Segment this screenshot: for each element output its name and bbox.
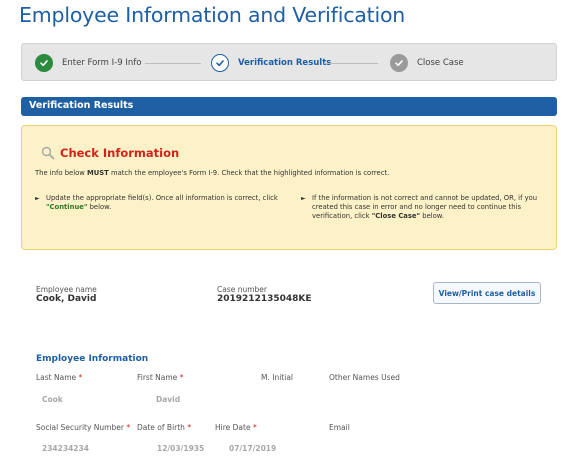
hire-date-value[interactable]: 07/17/2019 [229,444,276,453]
page-title: Employee Information and Verification [19,3,406,27]
ssn-label: Social Security Number * [36,423,131,432]
step-enter-form-i9: Enter Form I-9 Info [35,44,141,82]
first-name-label: First Name * [137,373,184,382]
case-number-label: Case number [217,285,268,294]
last-name-value[interactable]: Cook [42,395,63,404]
bullet-arrow-icon: ► [35,195,40,202]
section-title: Verification Results [29,100,134,111]
employee-information-title: Employee Information [36,354,149,364]
step-verification-results: Verification Results [211,44,331,82]
other-names-label: Other Names Used [329,373,400,382]
step-label: Enter Form I-9 Info [62,58,142,68]
check-icon [35,54,53,72]
check-icon [390,54,408,72]
hire-date-label: Hire Date * [215,423,257,432]
check-icon [211,54,229,72]
employee-name-value: Cook, David [36,294,97,304]
alert-instruction-close: ► If the information is not correct and … [301,194,538,220]
date-of-birth-label: Date of Birth * [137,423,192,432]
view-print-case-details-button[interactable]: View/Print case details [433,282,541,304]
alert-instruction-update: ► Update the appropriate field(s). Once … [35,194,278,211]
check-information-alert: Check Information The info below MUST ma… [21,125,557,250]
progress-stepper: Enter Form I-9 Info Verification Results… [21,43,557,81]
first-name-value[interactable]: David [156,395,180,404]
case-number-value: 2019212135048KE [217,294,312,304]
step-connector [324,63,378,64]
section-header: Verification Results [21,97,557,116]
search-icon [41,146,55,160]
email-label: Email [329,423,350,432]
step-label: Verification Results [238,58,332,68]
bullet-arrow-icon: ► [301,195,306,202]
alert-description: The info below MUST match the employee's… [35,169,390,177]
alert-title: Check Information [60,146,180,160]
employee-name-label: Employee name [36,285,97,294]
step-connector [145,63,201,64]
last-name-label: Last Name * [36,373,83,382]
middle-initial-label: M. Initial [261,373,293,382]
step-label: Close Case [417,58,464,68]
date-of-birth-value[interactable]: 12/03/1935 [157,444,204,453]
ssn-value[interactable]: 234234234 [42,444,89,453]
step-close-case: Close Case [390,44,464,82]
